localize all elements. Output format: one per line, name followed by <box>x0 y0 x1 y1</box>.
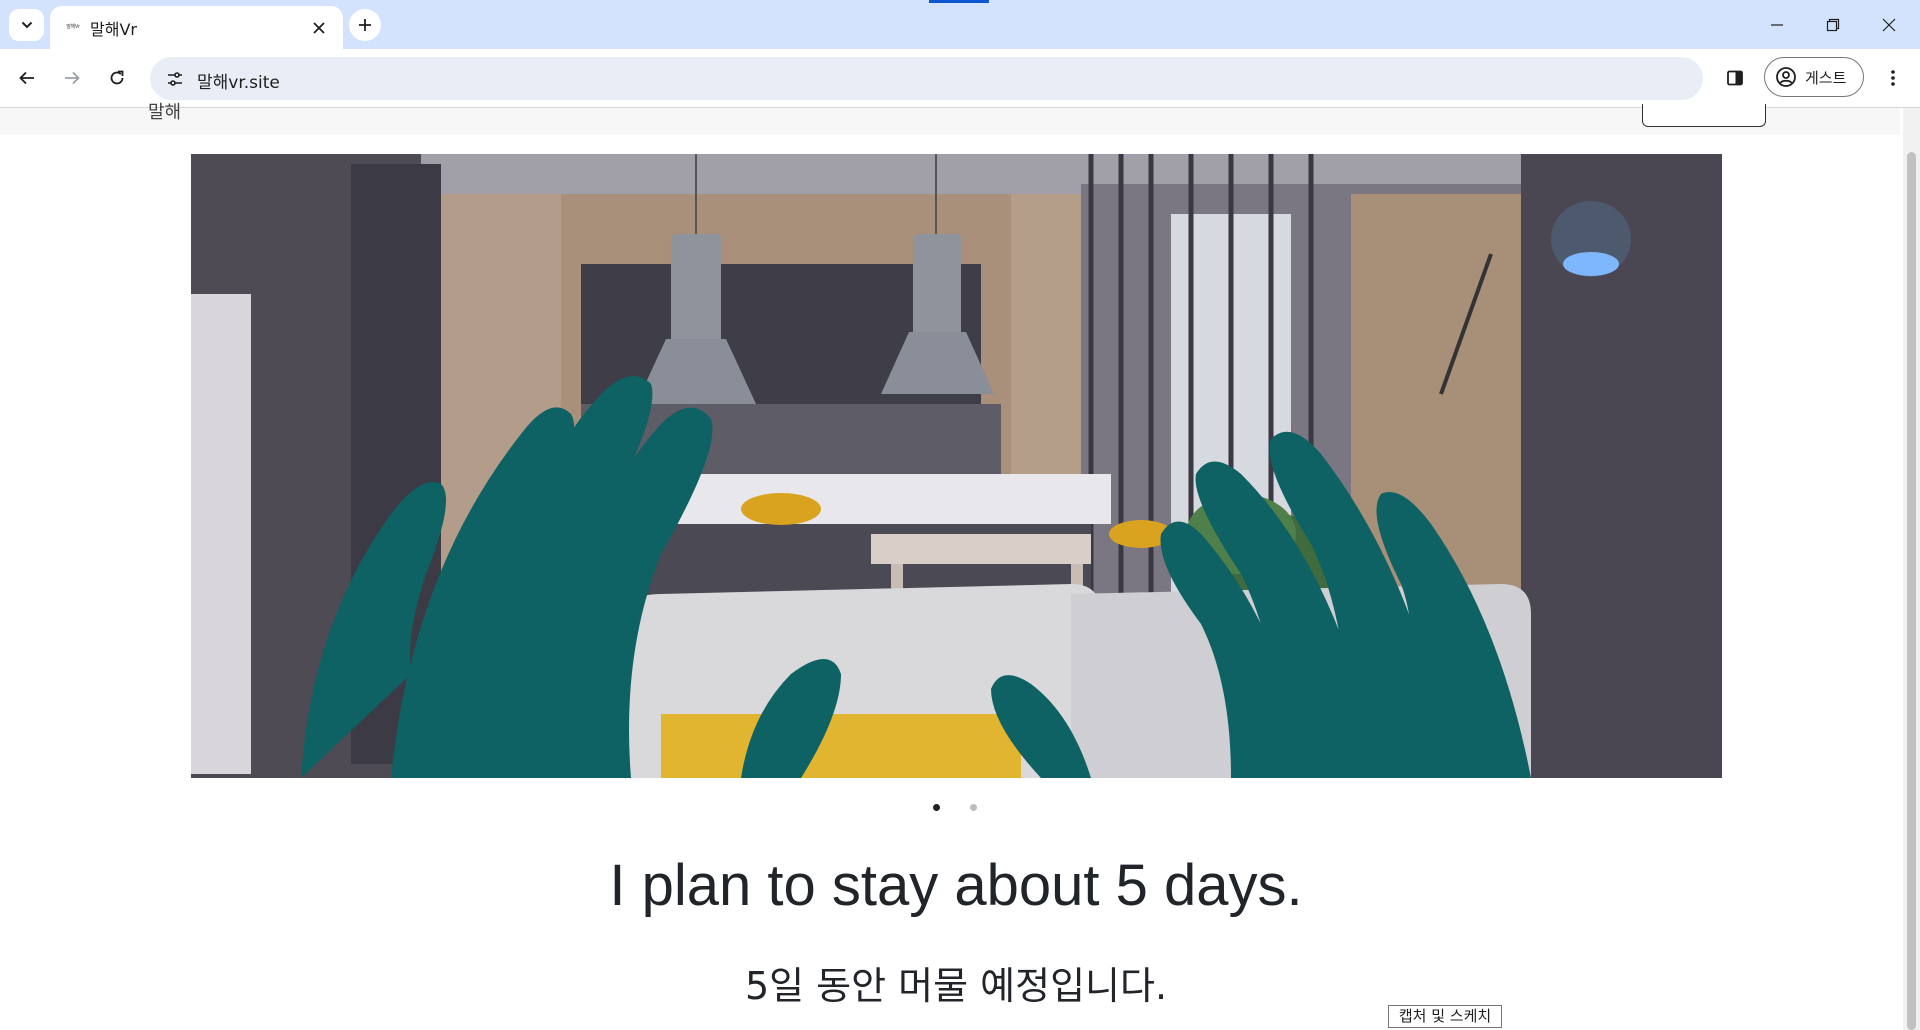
restore-button[interactable] <box>1805 0 1861 49</box>
vr-kitchen-scene-image <box>191 154 1722 778</box>
site-header: 말해 <box>0 102 1900 135</box>
close-icon <box>313 22 325 34</box>
tune-icon <box>167 71 182 86</box>
tab-title: 말해Vr <box>90 20 137 39</box>
address-bar[interactable]: 말해vr.site <box>150 57 1703 100</box>
capture-sketch-tooltip: 캡처 및 스케치 <box>1388 1005 1502 1028</box>
media-indicator <box>929 0 989 3</box>
close-tab-button[interactable] <box>307 16 331 40</box>
browser-toolbar: 말해vr.site 게스트 <box>0 49 1920 108</box>
reload-icon <box>110 70 124 85</box>
tab-strip: 말해Vr 말해Vr <box>0 0 1920 49</box>
sentence-english: I plan to stay about 5 days. <box>609 853 1303 918</box>
scrollbar-thumb[interactable] <box>1907 152 1916 1030</box>
chevron-down-icon <box>21 21 32 29</box>
carousel-indicators <box>930 804 980 814</box>
plus-icon <box>359 19 371 31</box>
close-window-button[interactable] <box>1861 0 1917 49</box>
browser-menu-button[interactable] <box>1876 61 1910 95</box>
site-logo-text[interactable]: 말해 <box>148 98 181 120</box>
sentence-korean: 5일 동안 머물 예정입니다. <box>744 964 1168 1008</box>
page-scrollbar[interactable] <box>1903 108 1920 1030</box>
side-panel-button[interactable] <box>1717 61 1753 95</box>
url-text[interactable]: 말해vr.site <box>197 68 280 93</box>
profile-button[interactable]: 게스트 <box>1764 57 1864 97</box>
arrow-left-icon <box>19 71 34 85</box>
header-button[interactable] <box>1642 104 1766 127</box>
account-circle-icon <box>1776 67 1796 87</box>
new-tab-button[interactable] <box>349 9 381 41</box>
forward-button[interactable] <box>55 61 89 95</box>
tab-search-button[interactable] <box>9 9 44 41</box>
profile-label: 게스트 <box>1805 68 1847 87</box>
carousel-indicator-2[interactable] <box>970 804 977 811</box>
carousel-indicator-1[interactable] <box>933 804 940 811</box>
tab-favicon: 말해Vr <box>66 24 80 30</box>
close-icon <box>1882 18 1896 31</box>
side-panel-icon <box>1727 70 1743 86</box>
back-button[interactable] <box>10 61 44 95</box>
more-vertical-icon <box>1891 70 1895 86</box>
minimize-button[interactable] <box>1749 0 1805 49</box>
arrow-right-icon <box>65 71 80 85</box>
carousel[interactable] <box>191 154 1722 778</box>
site-info-button[interactable] <box>158 62 191 95</box>
reload-button[interactable] <box>100 61 134 95</box>
minimize-icon <box>1771 23 1783 26</box>
active-tab[interactable]: 말해Vr 말해Vr <box>50 6 343 49</box>
restore-icon <box>1826 18 1840 31</box>
